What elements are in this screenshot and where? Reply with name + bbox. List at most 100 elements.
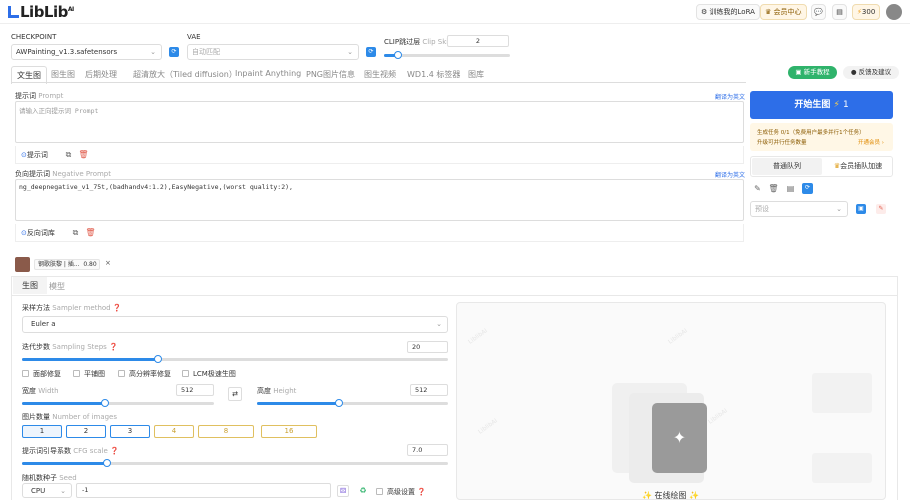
vip-queue-tab[interactable]: ♛会员插队加速 xyxy=(823,158,893,175)
seed-input[interactable]: -1 xyxy=(76,483,331,498)
copy-icon[interactable]: ⧉ xyxy=(63,149,74,160)
chevron-down-icon: ⌄ xyxy=(436,320,442,328)
prompt-label: 提示词 Prompt xyxy=(15,92,64,100)
refresh-icon[interactable]: ⟳ xyxy=(802,183,813,194)
trash-icon[interactable]: 🗑 xyxy=(768,183,779,194)
slider-knob[interactable] xyxy=(154,355,162,363)
prompt-input[interactable]: 请输入正向提示词 Prompt xyxy=(15,101,744,143)
lcm-checkbox[interactable]: LCM极速生图 xyxy=(182,369,236,379)
prompt-library-button[interactable]: ⊙提示词 xyxy=(21,150,48,160)
translate-prompt-link[interactable]: 翻译为英文 xyxy=(715,92,745,101)
trash-icon[interactable]: 🗑 xyxy=(78,149,89,160)
tab-wd14-tagger[interactable]: WD1.4 标签器 xyxy=(407,69,460,80)
hires-fix-checkbox[interactable]: 高分辨率修复 xyxy=(118,369,171,379)
tab-inpaint-anything[interactable]: Inpaint Anything xyxy=(235,69,301,78)
slider-fill xyxy=(22,462,107,465)
crown-icon: ♛ xyxy=(765,8,772,16)
delete-preset-icon[interactable]: ✎ xyxy=(876,204,886,214)
height-input[interactable]: 512 xyxy=(410,384,448,396)
slider-knob[interactable] xyxy=(103,459,111,467)
seed-device-select[interactable]: CPU ⌄ xyxy=(22,483,72,498)
images-option-4[interactable]: 4 xyxy=(154,425,194,438)
trash-icon[interactable]: 🗑 xyxy=(85,227,96,238)
watermark: LiblibAI xyxy=(666,327,689,346)
lightning-icon: ⚡ xyxy=(833,100,840,110)
negative-toolbar xyxy=(15,224,744,242)
pen-icon[interactable]: ✎ xyxy=(752,183,763,194)
clip-skip-input[interactable]: 2 xyxy=(447,35,509,47)
train-lora-button[interactable]: ⚙ 训练我的LoRA xyxy=(696,4,760,20)
logo-sup: AI xyxy=(67,6,74,13)
height-slider[interactable] xyxy=(257,399,448,407)
subtab-model[interactable]: 模型 xyxy=(49,281,65,292)
preset-select[interactable]: 预设 ⌄ xyxy=(750,201,848,217)
clip-skip-slider[interactable] xyxy=(384,51,510,59)
images-option-1[interactable]: 1 xyxy=(22,425,62,438)
start-generate-button[interactable]: 开始生图 ⚡ 1 xyxy=(750,91,893,119)
tab-tiled-diffusion[interactable]: 超清放大（Tiled diffusion） xyxy=(133,69,237,80)
slider-knob[interactable] xyxy=(101,399,109,407)
tab-gallery[interactable]: 图库 xyxy=(468,69,484,80)
negative-library-button[interactable]: ⊙反向词库 xyxy=(21,228,55,238)
save-preset-icon[interactable]: ▣ xyxy=(856,204,866,214)
tutorial-button[interactable]: ▣ 新手教程 xyxy=(788,66,837,79)
refresh-vae-icon[interactable]: ⟳ xyxy=(366,47,376,57)
document-icon[interactable]: ▤ xyxy=(832,4,847,20)
book-icon: ▣ xyxy=(795,68,802,76)
cfg-input[interactable]: 7.0 xyxy=(407,444,448,456)
tab-png-info[interactable]: PNG图片信息 xyxy=(306,69,355,80)
feedback-button[interactable]: ● 反馈及建议 xyxy=(843,66,899,79)
images-option-16[interactable]: 16 xyxy=(261,425,317,438)
translate-negative-link[interactable]: 翻译为英文 xyxy=(715,170,745,179)
open-member-link[interactable]: 开通会员 › xyxy=(858,138,884,146)
watermark: LiblibAI xyxy=(466,327,489,346)
avatar[interactable] xyxy=(886,4,902,20)
slider-knob[interactable] xyxy=(394,51,402,59)
slider-knob[interactable] xyxy=(335,399,343,407)
checkbox-box xyxy=(118,370,125,377)
refresh-checkpoint-icon[interactable]: ⟳ xyxy=(169,47,179,57)
advanced-settings-checkbox[interactable]: 高级设置 ❓ xyxy=(376,487,426,497)
cfg-slider[interactable] xyxy=(22,459,448,467)
logo[interactable]: LibLibAI xyxy=(8,3,74,21)
face-restore-checkbox[interactable]: 面部修复 xyxy=(22,369,61,379)
checkbox-box xyxy=(22,370,29,377)
normal-queue-tab[interactable]: 普通队列 xyxy=(752,158,822,175)
width-input[interactable]: 512 xyxy=(176,384,214,396)
tiling-checkbox[interactable]: 平铺图 xyxy=(73,369,105,379)
tab-img2video[interactable]: 图生视频 xyxy=(364,69,396,80)
watermark: LiblibAI xyxy=(706,407,729,426)
dice-icon[interactable]: ⚄ xyxy=(337,485,349,497)
steps-input[interactable]: 20 xyxy=(407,341,448,353)
checkpoint-select[interactable]: AWPainting_v1.3.safetensors ⌄ xyxy=(11,44,162,60)
images-label: 图片数量 Number of images xyxy=(22,413,118,421)
tab-postprocess[interactable]: 后期处理 xyxy=(85,69,117,80)
close-icon[interactable]: × xyxy=(105,259,111,267)
subtab-generate[interactable]: 生图 xyxy=(13,277,47,294)
vae-select[interactable]: 自动匹配 ⌄ xyxy=(187,44,359,60)
images-option-2[interactable]: 2 xyxy=(66,425,106,438)
subtab-divider xyxy=(12,295,897,296)
placeholder-card xyxy=(812,373,872,413)
tab-img2img[interactable]: 图生图 xyxy=(51,69,75,80)
help-icon: ❓ xyxy=(110,447,119,455)
online-draw-button[interactable]: ✨ 在线绘图 ✨ xyxy=(642,490,699,499)
slider-fill xyxy=(22,358,158,361)
points-badge[interactable]: ⚡300 xyxy=(852,4,880,20)
lora-weight[interactable]: 0.80 xyxy=(80,259,100,270)
images-option-8[interactable]: 8 xyxy=(198,425,254,438)
preview-canvas[interactable]: LiblibAI LiblibAI LiblibAI LiblibAI ✦ ✨ … xyxy=(456,302,886,500)
swap-icon[interactable]: ⇄ xyxy=(228,387,242,401)
copy-icon[interactable]: ⧉ xyxy=(70,227,81,238)
width-slider[interactable] xyxy=(22,399,214,407)
images-option-3[interactable]: 3 xyxy=(110,425,150,438)
negative-prompt-input[interactable]: ng_deepnegative_v1_75t,(badhandv4:1.2),E… xyxy=(15,179,744,221)
recycle-icon[interactable]: ♻ xyxy=(357,485,369,497)
sampler-select[interactable]: Euler a ⌄ xyxy=(22,316,448,333)
chevron-down-icon: ⌄ xyxy=(836,205,842,213)
message-icon[interactable]: 💬 xyxy=(811,4,826,20)
steps-slider[interactable] xyxy=(22,355,448,363)
member-center-button[interactable]: ♛ 会员中心 xyxy=(760,4,807,20)
upgrade-text: 升级可并行任务数量 xyxy=(757,140,807,146)
clipboard-icon[interactable]: ▤ xyxy=(785,183,796,194)
